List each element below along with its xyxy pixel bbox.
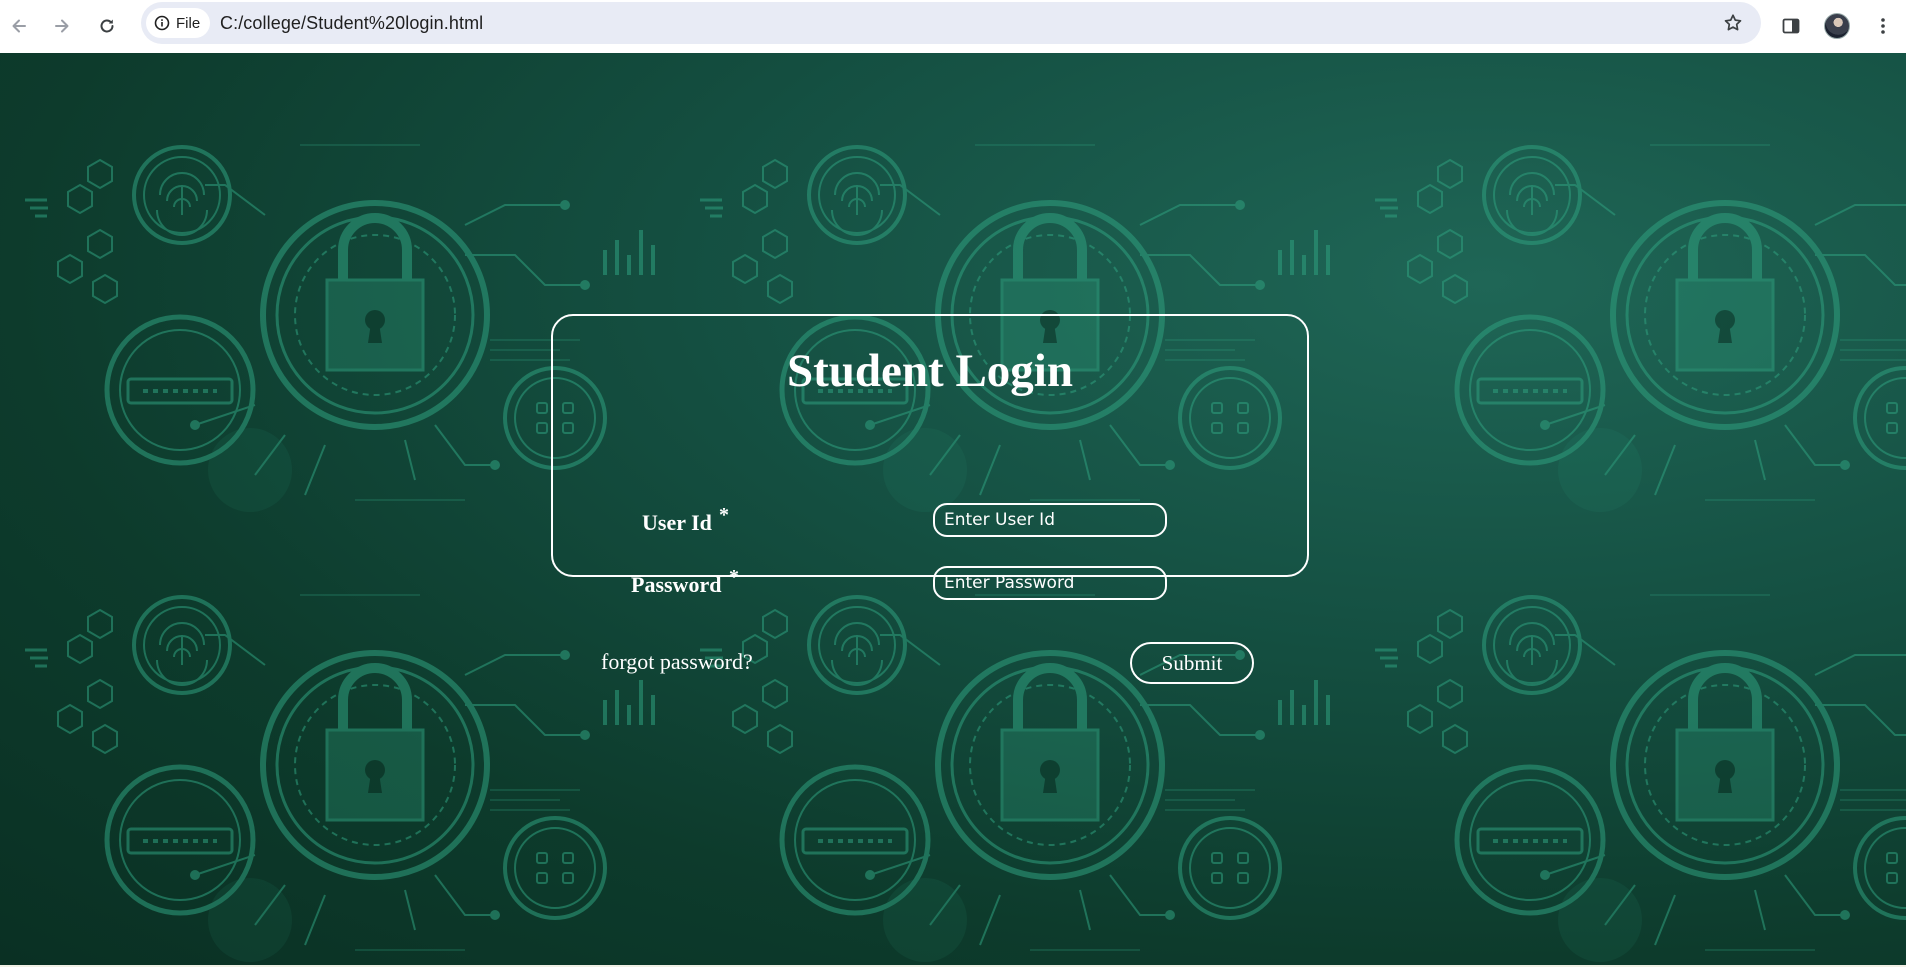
site-chip-label: File xyxy=(176,14,201,32)
user-id-required-mark: * xyxy=(719,504,729,526)
security-pattern-tile xyxy=(1375,105,1906,555)
forgot-password-link[interactable]: forgot password? xyxy=(601,649,753,675)
user-id-input[interactable] xyxy=(933,503,1167,537)
side-panel-button[interactable] xyxy=(1774,9,1808,43)
forward-arrow-icon xyxy=(55,19,69,33)
security-pattern-tile xyxy=(700,555,1375,965)
user-id-label: User Id xyxy=(642,510,712,535)
site-info-chip[interactable]: File xyxy=(146,8,211,38)
star-icon xyxy=(1724,14,1742,31)
bookmark-button[interactable] xyxy=(1717,7,1749,39)
back-arrow-icon xyxy=(12,19,26,33)
page-title: Student Login xyxy=(786,345,1074,397)
login-panel: Student Login xyxy=(551,314,1309,577)
forward-button[interactable] xyxy=(45,9,79,43)
menu-kebab-icon xyxy=(1881,18,1885,34)
password-required-mark: * xyxy=(729,566,739,588)
address-bar[interactable]: File C:/college/Student%20login.html xyxy=(141,2,1761,44)
reload-button[interactable] xyxy=(90,9,124,43)
info-icon xyxy=(154,15,170,31)
security-pattern-tile xyxy=(1375,555,1906,965)
password-input[interactable] xyxy=(933,566,1167,600)
back-button[interactable] xyxy=(2,9,36,43)
browser-toolbar: File C:/college/Student%20login.html xyxy=(0,0,1906,53)
side-panel-icon xyxy=(1782,18,1800,34)
browser-menu-button[interactable] xyxy=(1866,9,1900,43)
reload-icon xyxy=(100,19,114,33)
avatar xyxy=(1824,13,1850,39)
security-pattern-tile xyxy=(25,555,700,965)
submit-button[interactable]: Submit xyxy=(1130,642,1254,684)
password-label: Password xyxy=(631,572,722,597)
url-text[interactable]: C:/college/Student%20login.html xyxy=(220,13,483,34)
profile-button[interactable] xyxy=(1820,9,1854,43)
